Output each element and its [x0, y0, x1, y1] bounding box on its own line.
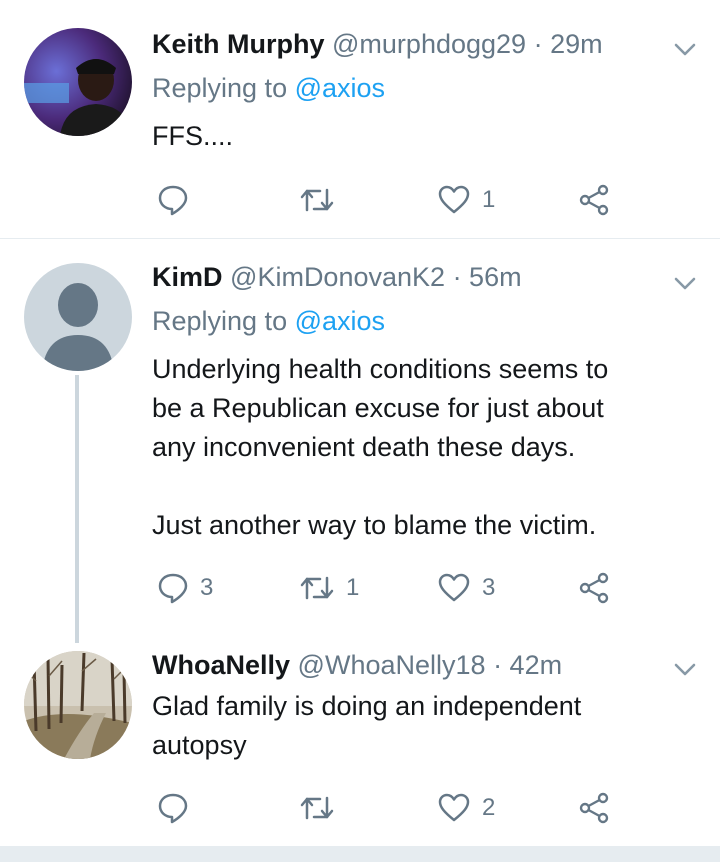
tweet-actions: 1	[152, 180, 622, 220]
avatar[interactable]	[24, 651, 132, 759]
user-handle[interactable]: @murphdogg29	[332, 29, 526, 59]
like-button[interactable]: 3	[438, 568, 495, 608]
reply-button[interactable]	[158, 180, 188, 220]
avatar[interactable]	[24, 28, 132, 136]
reply-icon	[158, 185, 188, 216]
reply-icon	[158, 793, 188, 824]
tweet-keith-murphy[interactable]: Keith Murphy @murphdogg29 · 29m Replying…	[0, 0, 720, 238]
tweet-text-line: autopsy	[152, 730, 247, 760]
retweet-icon	[300, 796, 334, 820]
like-count: 1	[482, 186, 496, 213]
tweet-text-line: any inconvenient death these days.	[152, 432, 576, 462]
thread-line	[75, 375, 79, 643]
bottom-separator	[0, 846, 720, 862]
reply-button[interactable]	[158, 788, 188, 828]
tweet-text-line: Glad family is doing an independent	[152, 691, 582, 721]
replying-to-link[interactable]: @axios	[295, 73, 385, 103]
retweet-button[interactable]	[300, 180, 334, 220]
display-name[interactable]: KimD	[152, 262, 223, 292]
retweet-count: 1	[346, 574, 360, 601]
share-icon	[579, 572, 609, 604]
reply-icon	[158, 573, 188, 604]
chevron-down-icon[interactable]	[672, 274, 698, 294]
chevron-down-icon[interactable]	[672, 40, 698, 60]
heart-icon	[438, 185, 470, 214]
tweet-actions: 3 1 3	[152, 568, 622, 608]
tweet-actions: 2	[152, 788, 622, 828]
reply-count: 3	[200, 574, 214, 601]
tweet-text-line	[152, 467, 608, 506]
timestamp[interactable]: · 42m	[493, 650, 562, 680]
replying-to: Replying to @axios	[152, 70, 385, 106]
reply-button[interactable]: 3	[158, 568, 213, 608]
like-count: 2	[482, 794, 496, 821]
replying-to-link[interactable]: @axios	[295, 306, 385, 336]
user-handle[interactable]: @KimDonovanK2	[230, 262, 445, 292]
retweet-icon	[300, 576, 334, 600]
share-button[interactable]	[578, 568, 610, 608]
like-button[interactable]: 2	[438, 788, 495, 828]
display-name[interactable]: WhoaNelly	[152, 650, 290, 680]
tweet-text-line: Underlying health conditions seems to	[152, 354, 609, 384]
avatar[interactable]	[24, 263, 132, 371]
heart-icon	[438, 793, 470, 822]
replying-prefix: Replying to	[152, 306, 288, 336]
tweet-text-line: FFS....	[152, 121, 233, 151]
tweet-kimd[interactable]: KimD @KimDonovanK2 · 56m Replying to @ax…	[0, 239, 720, 643]
timestamp[interactable]: · 29m	[534, 29, 603, 59]
tweet-text-line: be a Republican excuse for just about	[152, 393, 604, 423]
tweet-whoanelly[interactable]: WhoaNelly @WhoaNelly18 · 42m Glad family…	[0, 639, 720, 846]
like-button[interactable]: 1	[438, 180, 495, 220]
retweet-icon	[300, 188, 334, 212]
share-button[interactable]	[578, 788, 610, 828]
share-button[interactable]	[578, 180, 610, 220]
display-name[interactable]: Keith Murphy	[152, 29, 325, 59]
like-count: 3	[482, 574, 496, 601]
chevron-down-icon[interactable]	[672, 660, 698, 680]
share-icon	[579, 184, 609, 216]
replying-to: Replying to @axios	[152, 303, 385, 339]
heart-icon	[438, 573, 470, 602]
tweet-text: Glad family is doing an independent auto…	[152, 687, 581, 765]
tweet-text: Underlying health conditions seems to be…	[152, 350, 608, 545]
retweet-button[interactable]	[300, 788, 334, 828]
replying-prefix: Replying to	[152, 73, 288, 103]
share-icon	[579, 792, 609, 824]
user-handle[interactable]: @WhoaNelly18	[298, 650, 486, 680]
timestamp[interactable]: · 56m	[453, 262, 522, 292]
retweet-button[interactable]: 1	[300, 568, 359, 608]
tweet-text-line: Just another way to blame the victim.	[152, 510, 597, 540]
tweet-text: FFS....	[152, 117, 233, 156]
